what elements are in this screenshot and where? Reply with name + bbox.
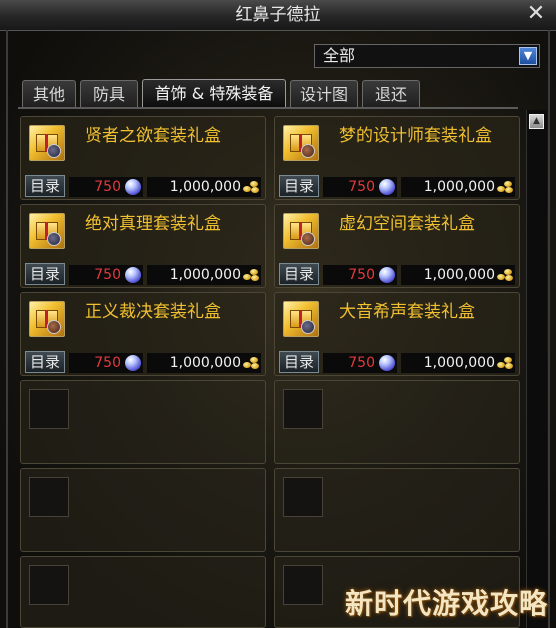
item-name: 正义裁决套装礼盒 bbox=[85, 302, 221, 322]
window-title: 红鼻子德拉 bbox=[235, 5, 321, 25]
price-field: 750 bbox=[69, 265, 143, 285]
scrollbar[interactable]: ▲ bbox=[526, 110, 547, 628]
item-card[interactable]: 大音希声套装礼盒 目录 750 1,000,000 bbox=[274, 292, 520, 376]
item-name: 梦的设计师套装礼盒 bbox=[339, 126, 492, 146]
gift-box-icon[interactable] bbox=[283, 213, 319, 249]
empty-slot bbox=[29, 565, 69, 605]
gem-icon bbox=[125, 355, 141, 371]
gem-icon bbox=[379, 355, 395, 371]
gold-value: 1,000,000 bbox=[423, 179, 495, 195]
item-card[interactable]: 贤者之欲套装礼盒 目录 750 1,000,000 bbox=[20, 116, 266, 200]
tab-refund[interactable]: 退还 bbox=[362, 80, 420, 107]
gold-coin-icon bbox=[243, 269, 259, 281]
price-field: 750 bbox=[323, 177, 397, 197]
shop-window: 红鼻子德拉 ✕ 全部 ▼ 其他 防具 首饰 & 特殊装备 设计图 退还 ▲ 贤者… bbox=[0, 0, 556, 628]
gold-coin-icon bbox=[243, 357, 259, 369]
tab-other[interactable]: 其他 bbox=[22, 80, 76, 107]
gold-coin-icon bbox=[243, 181, 259, 193]
empty-slot bbox=[283, 389, 323, 429]
gold-field: 1,000,000 bbox=[147, 353, 261, 373]
catalog-button[interactable]: 目录 bbox=[25, 351, 65, 373]
gem-icon bbox=[125, 267, 141, 283]
price-field: 750 bbox=[323, 353, 397, 373]
empty-item-card bbox=[20, 380, 266, 464]
gold-field: 1,000,000 bbox=[147, 265, 261, 285]
gold-field: 1,000,000 bbox=[401, 353, 515, 373]
window-titlebar[interactable]: 红鼻子德拉 ✕ bbox=[0, 0, 556, 31]
price-value: 750 bbox=[94, 355, 121, 371]
gem-icon bbox=[379, 267, 395, 283]
catalog-button[interactable]: 目录 bbox=[279, 175, 319, 197]
gift-box-icon[interactable] bbox=[283, 301, 319, 337]
catalog-button[interactable]: 目录 bbox=[25, 263, 65, 285]
gold-value: 1,000,000 bbox=[169, 355, 241, 371]
watermark: 新时代游戏攻略 bbox=[344, 587, 548, 620]
item-name: 虚幻空间套装礼盒 bbox=[339, 214, 475, 234]
tab-label: 其他 bbox=[32, 85, 65, 104]
gift-box-icon[interactable] bbox=[29, 301, 65, 337]
tab-accessories[interactable]: 首饰 & 特殊装备 bbox=[142, 79, 286, 108]
item-name: 大音希声套装礼盒 bbox=[339, 302, 475, 322]
tab-label: 防具 bbox=[92, 85, 125, 104]
gift-box-icon[interactable] bbox=[283, 125, 319, 161]
gold-value: 1,000,000 bbox=[423, 267, 495, 283]
gold-value: 1,000,000 bbox=[169, 267, 241, 283]
catalog-button[interactable]: 目录 bbox=[279, 351, 319, 373]
filter-selected-value: 全部 bbox=[323, 46, 356, 65]
tab-divider bbox=[18, 107, 518, 109]
price-field: 750 bbox=[69, 177, 143, 197]
gold-coin-icon bbox=[497, 357, 513, 369]
gold-coin-icon bbox=[497, 269, 513, 281]
tab-armor[interactable]: 防具 bbox=[80, 80, 138, 107]
catalog-button[interactable]: 目录 bbox=[25, 175, 65, 197]
tab-blueprints[interactable]: 设计图 bbox=[290, 80, 358, 107]
empty-slot bbox=[29, 477, 69, 517]
gem-icon bbox=[379, 179, 395, 195]
empty-item-card bbox=[274, 468, 520, 552]
price-value: 750 bbox=[348, 267, 375, 283]
empty-slot bbox=[283, 477, 323, 517]
price-value: 750 bbox=[94, 179, 121, 195]
gem-icon bbox=[125, 179, 141, 195]
tab-label: 设计图 bbox=[299, 85, 348, 104]
empty-item-card bbox=[20, 468, 266, 552]
gold-value: 1,000,000 bbox=[169, 179, 241, 195]
price-value: 750 bbox=[348, 355, 375, 371]
tab-label: 首饰 & 特殊装备 bbox=[154, 84, 274, 103]
empty-slot bbox=[29, 389, 69, 429]
empty-item-card bbox=[274, 380, 520, 464]
catalog-button[interactable]: 目录 bbox=[279, 263, 319, 285]
chevron-down-icon[interactable]: ▼ bbox=[519, 47, 537, 65]
price-value: 750 bbox=[348, 179, 375, 195]
gift-box-icon[interactable] bbox=[29, 125, 65, 161]
gold-field: 1,000,000 bbox=[401, 265, 515, 285]
empty-item-card bbox=[20, 556, 266, 628]
tab-label: 退还 bbox=[374, 85, 407, 104]
item-card[interactable]: 梦的设计师套装礼盒 目录 750 1,000,000 bbox=[274, 116, 520, 200]
empty-slot bbox=[283, 565, 323, 605]
gold-field: 1,000,000 bbox=[147, 177, 261, 197]
item-card[interactable]: 绝对真理套装礼盒 目录 750 1,000,000 bbox=[20, 204, 266, 288]
gold-field: 1,000,000 bbox=[401, 177, 515, 197]
item-card[interactable]: 正义裁决套装礼盒 目录 750 1,000,000 bbox=[20, 292, 266, 376]
gold-coin-icon bbox=[497, 181, 513, 193]
price-value: 750 bbox=[94, 267, 121, 283]
close-button[interactable]: ✕ bbox=[526, 1, 546, 26]
close-icon: ✕ bbox=[526, 1, 546, 26]
category-filter-select[interactable]: 全部 ▼ bbox=[314, 44, 540, 68]
gift-box-icon[interactable] bbox=[29, 213, 65, 249]
item-name: 绝对真理套装礼盒 bbox=[85, 214, 221, 234]
scroll-up-icon[interactable]: ▲ bbox=[529, 114, 544, 129]
item-name: 贤者之欲套装礼盒 bbox=[85, 126, 221, 146]
item-card[interactable]: 虚幻空间套装礼盒 目录 750 1,000,000 bbox=[274, 204, 520, 288]
price-field: 750 bbox=[69, 353, 143, 373]
price-field: 750 bbox=[323, 265, 397, 285]
gold-value: 1,000,000 bbox=[423, 355, 495, 371]
